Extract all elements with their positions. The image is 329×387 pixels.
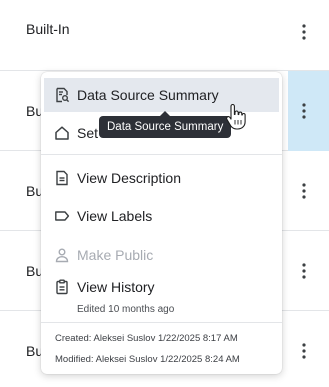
home-icon [53,124,71,142]
hand-pointer-cursor-icon [224,103,246,130]
menu-item-label: Data Source Summary [77,87,219,103]
more-options-icon[interactable] [292,339,316,363]
more-options-icon[interactable] [292,259,316,283]
modified-info: Modified: Aleksei Suslov 1/22/2025 8:24 … [55,354,240,365]
menu-item-view-labels[interactable]: View Labels [41,199,282,233]
menu-item-label: View Description [77,170,182,186]
history-subtext: Edited 10 months ago [77,304,175,315]
list-item-label: Built-In [26,21,70,37]
menu-item-label: Make Public [77,247,154,263]
more-options-icon[interactable] [292,20,316,44]
menu-item-label: Set [77,125,99,141]
document-icon [53,169,71,187]
person-icon [53,246,71,264]
tooltip-text: Data Source Summary [107,121,224,133]
label-icon [53,207,71,225]
more-options-icon[interactable] [292,179,316,203]
menu-item-view-history[interactable]: View History [41,272,282,302]
tooltip: Data Source Summary [99,111,232,138]
menu-item-label: View History [77,279,155,295]
clipboard-icon [53,278,71,296]
menu-item-view-description[interactable]: View Description [41,161,282,195]
list-item[interactable]: Built-In [0,0,329,71]
menu-divider [41,322,282,323]
more-options-icon[interactable] [292,99,316,123]
menu-item-label: View Labels [77,208,153,224]
tooltip-arrow [160,111,171,116]
menu-item-make-public: Make Public [41,238,282,272]
data-source-summary-icon [53,86,71,104]
menu-divider [41,154,282,155]
created-info: Created: Aleksei Suslov 1/22/2025 8:17 A… [55,333,238,344]
